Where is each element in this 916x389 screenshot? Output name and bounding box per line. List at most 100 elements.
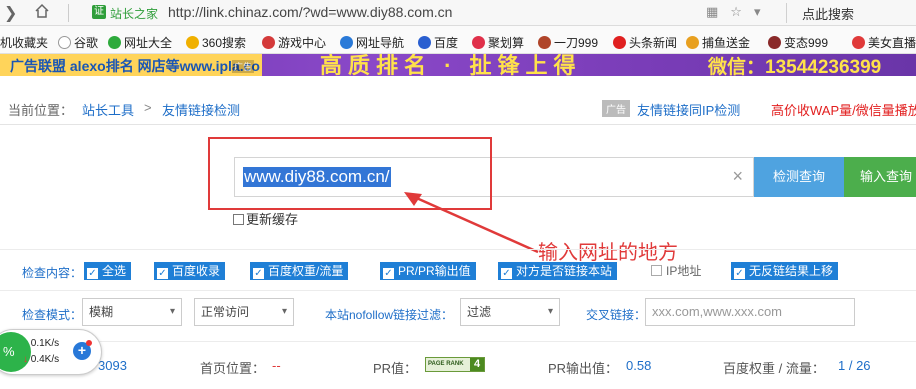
option-checkbox[interactable]: ✓ 全选 [84,262,132,280]
divider [0,124,916,125]
check-mode-label: 检查模式： [22,308,83,322]
breadcrumb-link-current[interactable]: 友情链接检测 [162,100,240,119]
bookmark-label: 聚划算 [488,36,525,50]
option-label: 百度权重/流量 [268,264,344,278]
update-cache-label: 更新缓存 [246,212,299,227]
option-label: IP地址 [666,264,702,278]
bookmark-label: 头条新闻 [629,36,678,50]
bookmark-label: 一刀999 [554,36,599,50]
bookmark-item[interactable]: 百度 [418,34,458,51]
ad-banner-left[interactable]: 广告联盟 alexo排名 网店等www.ipla.co [0,54,262,76]
bookmark-item[interactable]: 游戏中心 [262,34,326,51]
bookmark-label: 机收藏夹 [0,36,49,50]
star-icon[interactable]: ☆ [730,4,754,19]
ad-banner[interactable]: 广告联盟 alexo排名 网店等www.ipla.co 广告 高质排名 · 扯锋… [0,54,916,76]
home-position-value: -- [272,358,281,373]
bookmark-favicon-icon [418,36,431,49]
bookmark-favicon-icon [686,36,699,49]
bookmark-label: 网址导航 [356,36,405,50]
cross-link-input[interactable]: xxx.com,www.xxx.com [645,298,855,326]
bookmark-item[interactable]: 捕鱼送金 [686,34,750,51]
ad-banner-left-text: 广告联盟 alexo排名 网店等www.ipla.co [10,58,260,74]
ad-tag: 广告 [602,100,630,117]
pagerank-value: 4 [470,358,484,371]
bookmark-item[interactable]: 美女直播 [852,34,916,51]
bookmark-favicon-icon [186,36,199,49]
option-checkbox[interactable]: ✓ 对方是否链接本站 [498,262,618,280]
breadcrumb-link-tools[interactable]: 站长工具 [82,100,134,119]
access-select[interactable]: 正常访问 ▾ [194,298,294,326]
pagerank-badge: PAGE RANK 4 [425,357,485,372]
bookmark-item[interactable]: 聚划算 [472,34,524,51]
checkmark-icon[interactable]: ✓ [157,268,168,279]
access-select-value: 正常访问 [201,305,250,319]
option-checkbox[interactable]: IP地址 [651,262,701,280]
bookmark-label: 360搜索 [202,36,247,50]
url-field[interactable]: http://link.chinaz.com/?wd=www.diy88.com… [168,4,452,20]
back-arrow-icon[interactable]: ❯ [4,3,17,23]
dropdown-icon[interactable]: ▾ [754,4,773,19]
bookmark-label: 美女直播 [868,36,916,50]
bookmarks-bar: 机收藏夹 谷歌 网址大全 360搜索 游戏中心 网址导航 百度 聚划算 一刀999 头条新闻 捕鱼送… [0,26,916,54]
checkmark-icon[interactable]: ✓ [87,268,98,279]
bookmark-item[interactable]: 头条新闻 [613,34,677,51]
bookmark-favicon-icon [58,36,71,49]
bookmark-favicon-icon [768,36,781,49]
home-icon[interactable] [34,3,50,19]
nofollow-select-value: 过滤 [467,305,492,319]
bookmark-label: 变态999 [784,36,829,50]
bookmark-item[interactable]: 机收藏夹 [0,34,48,51]
chevron-down-icon[interactable]: ▾ [548,299,553,325]
pr-label: PR值： [373,361,418,376]
checkmark-icon[interactable]: ✓ [253,268,264,279]
option-label: 对方是否链接本站 [516,264,613,278]
toolbar-divider [68,4,69,22]
grid-icon[interactable]: ▦ [706,4,730,19]
checkbox-icon[interactable] [233,214,244,225]
bookmark-item[interactable]: 网址大全 [108,34,172,51]
bookmark-favicon-icon [613,36,626,49]
update-cache-checkbox[interactable]: 更新缓存 [233,209,298,228]
nofollow-select[interactable]: 过滤 ▾ [460,298,560,326]
option-checkbox[interactable]: ✓ 无反链结果上移 [731,262,839,280]
checkmark-icon[interactable]: ✓ [501,268,512,279]
baidu-weight-label: 百度权重 / 流量： [723,361,825,376]
network-speed-widget[interactable]: % ↑ 0.1K/s ↓ 0.4K/s + [0,329,102,375]
same-ip-check-link[interactable]: 友情链接同IP检测 [637,100,740,119]
checkmark-icon[interactable]: ✓ [734,268,745,279]
option-checkbox[interactable]: ✓ 百度权重/流量 [250,262,349,280]
bookmark-item[interactable]: 网址导航 [340,34,404,51]
promo-link[interactable]: 高价收WAP量/微信量播放 [771,100,916,119]
bookmark-item[interactable]: 一刀999 [538,34,598,51]
bookmark-label: 谷歌 [74,36,99,50]
option-label: 全选 [102,264,127,278]
divider [0,290,916,291]
upload-speed-value: 0.1K/s [30,338,60,349]
cross-link-label: 交叉链接： [586,308,647,322]
divider [0,249,916,250]
checkbox-icon[interactable] [651,265,662,276]
bookmark-label: 网址大全 [124,36,173,50]
chevron-down-icon[interactable]: ▾ [170,299,175,325]
clear-icon[interactable]: × [732,166,743,187]
checkmark-icon[interactable]: ✓ [383,268,394,279]
bookmark-item[interactable]: 谷歌 [58,34,98,51]
home-position-label: 首页位置： [200,361,266,376]
bookmark-item[interactable]: 360搜索 [186,34,246,51]
bookmark-item[interactable]: 变态999 [768,34,828,51]
bookmark-favicon-icon [262,36,275,49]
input-query-button[interactable]: 输入查询 [844,157,916,197]
breadcrumb-label: 当前位置： [8,103,74,118]
option-label: 百度收录 [172,264,221,278]
mode-select[interactable]: 模糊 ▾ [82,298,182,326]
bookmark-favicon-icon [472,36,485,49]
option-checkbox[interactable]: ✓ PR/PR输出值 [380,262,476,280]
option-checkbox[interactable]: ✓ 百度收录 [154,262,226,280]
certificate-icon[interactable]: 证 [92,5,106,19]
option-label: 无反链结果上移 [749,264,834,278]
pr-output-value: 0.58 [626,358,652,373]
chevron-down-icon[interactable]: ▾ [282,299,287,325]
bookmark-favicon-icon [538,36,551,49]
search-box[interactable]: 点此搜索 [802,4,854,23]
check-query-button[interactable]: 检测查询 [754,157,844,197]
